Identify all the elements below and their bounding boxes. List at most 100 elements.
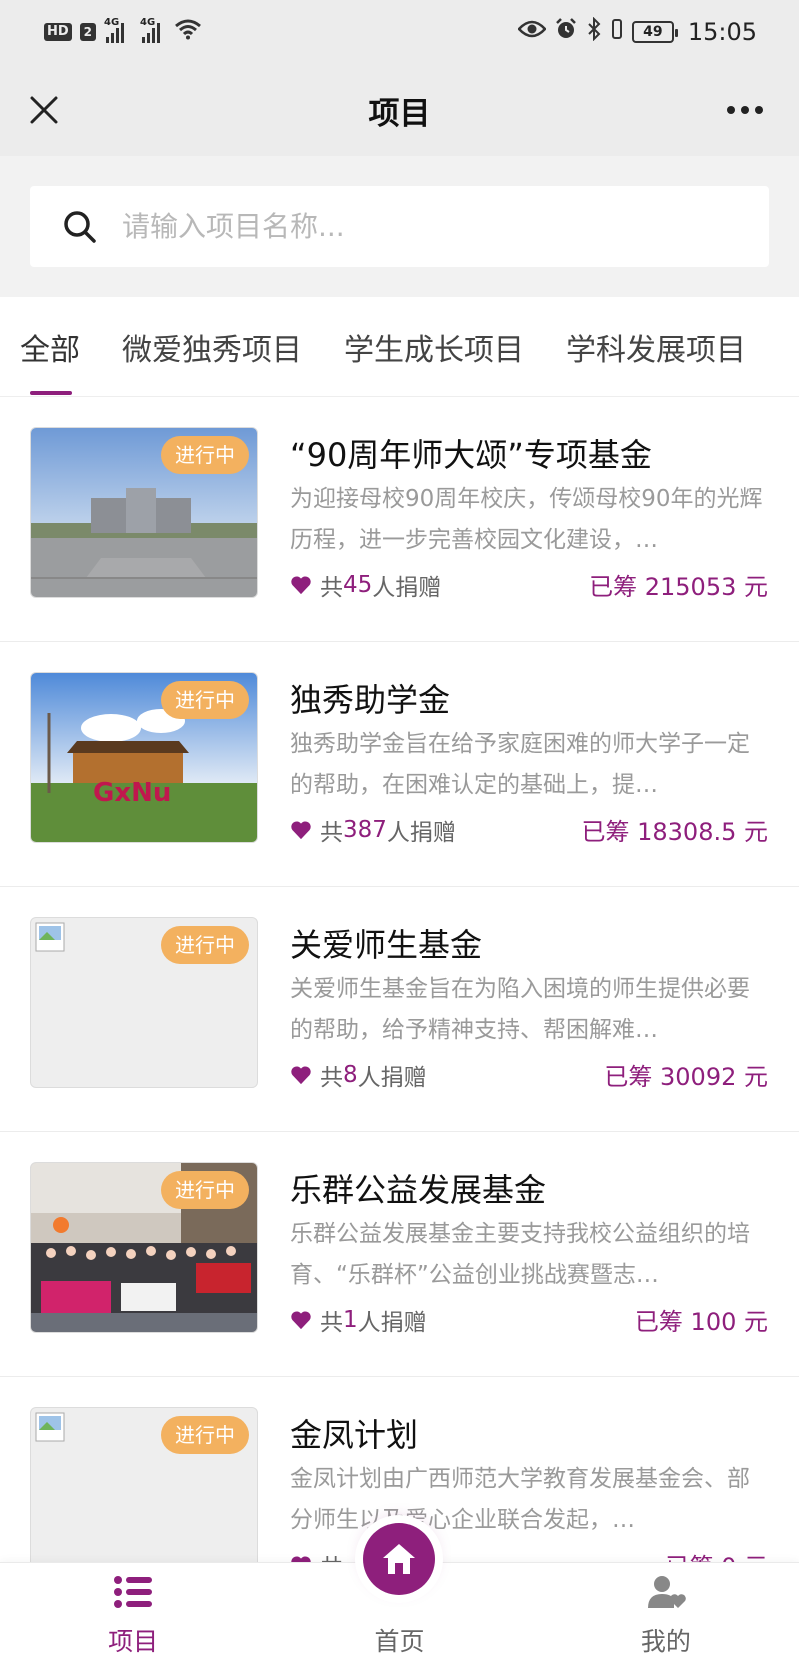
project-card[interactable]: 进行中 关爱师生基金 关爱师生基金旨在为陷入困境的师生提供必要的帮助，给予精神支…: [0, 887, 799, 1132]
tabbar-mine-label: 我的: [640, 1627, 691, 1656]
donor-suffix: 人捐赠: [386, 819, 456, 846]
project-card[interactable]: 进行中 “90周年师大颂”专项基金 为迎接母校90周年校庆，传颂母校90年的光辉…: [0, 397, 799, 642]
home-icon: [363, 1523, 436, 1595]
status-badge: 进行中: [161, 1171, 249, 1209]
tab-discipline-development[interactable]: 学科发展项目: [566, 297, 746, 396]
project-info: 关爱师生基金 关爱师生基金旨在为陷入困境的师生提供必要的帮助，给予精神支持、帮困…: [290, 917, 768, 1131]
project-meta: 共 8 人捐赠 已筹 30092 元: [290, 1057, 768, 1092]
tabbar-mine[interactable]: 我的: [533, 1563, 799, 1662]
donor-number: 1: [343, 1306, 358, 1333]
project-card[interactable]: GxNu 进行中 独秀助学金 独秀助学金旨在给予家庭困难的师大学子一定的帮助，在…: [0, 642, 799, 887]
donor-suffix: 人捐赠: [357, 1309, 427, 1336]
tab-weiai-duxiu[interactable]: 微爱独秀项目: [122, 297, 302, 396]
status-time: 15:05: [687, 18, 757, 46]
signal-icon: 4G: [140, 17, 161, 43]
search-input[interactable]: [122, 210, 722, 243]
project-title: 金凤计划: [290, 1416, 419, 1454]
donor-suffix: 人捐赠: [357, 1064, 427, 1091]
status-badge: 进行中: [161, 681, 249, 719]
more-dot-icon: [727, 106, 735, 114]
tab-student-growth[interactable]: 学生成长项目: [344, 297, 524, 396]
tabbar-home[interactable]: 首页: [266, 1523, 532, 1662]
donor-prefix: 共: [320, 1309, 343, 1336]
status-left: HD 2 4G 4G: [44, 17, 202, 46]
status-badge: 进行中: [161, 1416, 249, 1454]
category-tabs: 全部 微爱独秀项目 学生成长项目 学科发展项目: [0, 297, 799, 397]
status-bar: HD 2 4G 4G 49 15:05: [0, 0, 799, 64]
donor-count: 共 387 人捐赠: [290, 813, 456, 847]
user-heart-icon: [644, 1570, 688, 1614]
tabbar-projects[interactable]: 项目: [0, 1563, 266, 1662]
project-description: 独秀助学金旨在给予家庭困难的师大学子一定的帮助，在困难认定的基础上，提…: [290, 731, 750, 798]
tabbar-home-label: 首页: [374, 1627, 425, 1656]
signal-icon: 4G: [104, 17, 125, 43]
donor-number: 387: [343, 816, 387, 843]
wifi-icon: [174, 18, 202, 46]
raised-amount: 已筹 100 元: [634, 1308, 768, 1336]
broken-image-icon: [35, 922, 65, 952]
alarm-icon: [554, 17, 578, 47]
project-list: 进行中 “90周年师大颂”专项基金 为迎接母校90周年校庆，传颂母校90年的光辉…: [0, 397, 799, 1622]
search-box[interactable]: [30, 186, 769, 267]
heart-icon: [291, 1065, 311, 1084]
raised-amount: 已筹 30092 元: [604, 1063, 768, 1091]
project-title: 独秀助学金: [290, 681, 451, 719]
project-info: “90周年师大颂”专项基金 为迎接母校90周年校庆，传颂母校90年的光辉历程，进…: [290, 427, 768, 641]
close-icon: [30, 96, 58, 124]
project-description: 关爱师生基金旨在为陷入困境的师生提供必要的帮助，给予精神支持、帮困解难…: [290, 976, 750, 1043]
raised-amount: 已筹 215053 元: [589, 573, 768, 601]
donor-number: 8: [343, 1061, 358, 1088]
bluetooth-icon: [586, 16, 602, 47]
raised-amount: 已筹 18308.5 元: [581, 818, 768, 846]
status-right: 49 15:05: [517, 16, 757, 47]
status-badge: 进行中: [161, 436, 249, 474]
more-dot-icon: [741, 106, 749, 114]
project-card[interactable]: 进行中 乐群公益发展基金 乐群公益发展基金主要支持我校公益组织的培育、“乐群杯”…: [0, 1132, 799, 1377]
page-title: 项目: [368, 95, 431, 132]
project-meta: 共 1 人捐赠 已筹 100 元: [290, 1302, 768, 1337]
project-image: 进行中: [30, 917, 258, 1088]
project-meta: 共 45 人捐赠 已筹 215053 元: [290, 567, 768, 602]
project-image: 进行中: [30, 1162, 258, 1333]
battery-icon: 49: [631, 21, 678, 43]
heart-icon: [291, 1310, 311, 1329]
search-icon: [60, 207, 100, 247]
nav-bar: 项目: [0, 64, 799, 156]
donor-count: 共 45 人捐赠: [290, 568, 441, 602]
tab-all[interactable]: 全部: [20, 297, 80, 396]
donor-count: 共 8 人捐赠: [290, 1058, 427, 1092]
donor-suffix: 人捐赠: [372, 574, 442, 601]
donor-prefix: 共: [320, 1064, 343, 1091]
more-button[interactable]: [717, 90, 773, 130]
project-image: 进行中: [30, 427, 258, 598]
image-sign-text: GxNu: [93, 778, 171, 808]
list-icon: [111, 1570, 155, 1614]
project-meta: 共 387 人捐赠 已筹 18308.5 元: [290, 812, 768, 847]
donor-prefix: 共: [320, 574, 343, 601]
sim-badge: 2: [79, 23, 97, 41]
donor-prefix: 共: [320, 819, 343, 846]
heart-icon: [291, 575, 311, 594]
bottom-tab-bar: 项目 首页 我的: [0, 1523, 799, 1662]
more-dot-icon: [755, 106, 763, 114]
project-description: 为迎接母校90周年校庆，传颂母校90年的光辉历程，进一步完善校园文化建设，…: [290, 486, 763, 553]
close-button[interactable]: [24, 90, 64, 130]
search-area: [0, 156, 799, 297]
broken-image-icon: [35, 1412, 65, 1442]
vibrate-icon: [610, 17, 624, 47]
donor-number: 45: [343, 571, 373, 598]
project-description: 乐群公益发展基金主要支持我校公益组织的培育、“乐群杯”公益创业挑战赛暨志…: [290, 1221, 750, 1288]
project-title: “90周年师大颂”专项基金: [290, 436, 652, 474]
status-badge: 进行中: [161, 926, 249, 964]
heart-icon: [291, 820, 311, 839]
hd-badge: HD: [44, 23, 72, 41]
project-image: GxNu 进行中: [30, 672, 258, 843]
donor-count: 共 1 人捐赠: [290, 1303, 427, 1337]
project-info: 独秀助学金 独秀助学金旨在给予家庭困难的师大学子一定的帮助，在困难认定的基础上，…: [290, 672, 768, 886]
eye-icon: [517, 19, 547, 45]
tabbar-projects-label: 项目: [108, 1627, 159, 1656]
project-info: 乐群公益发展基金 乐群公益发展基金主要支持我校公益组织的培育、“乐群杯”公益创业…: [290, 1162, 768, 1376]
project-title: 乐群公益发展基金: [290, 1171, 547, 1209]
project-image: 进行中: [30, 1407, 258, 1578]
project-title: 关爱师生基金: [290, 926, 483, 964]
